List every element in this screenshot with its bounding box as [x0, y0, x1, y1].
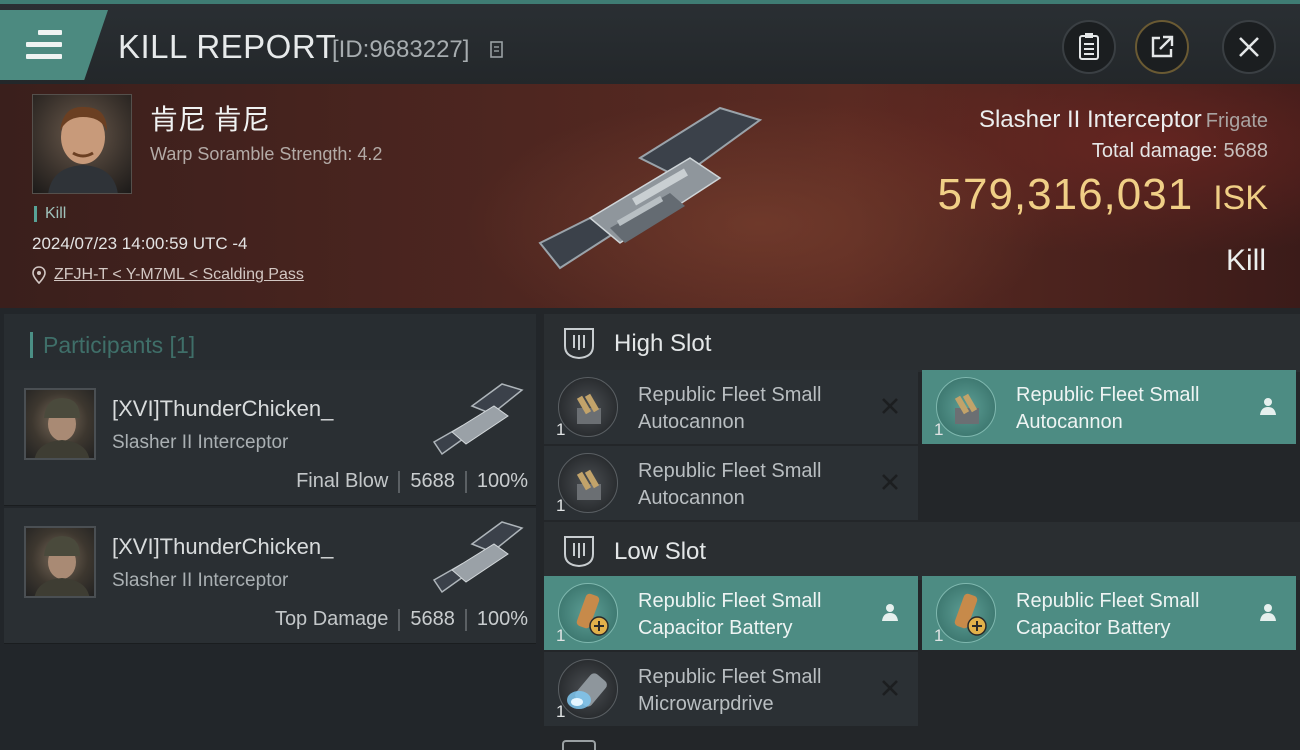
module-item[interactable]: 1 Republic Fleet Small Capacitor Battery — [922, 576, 1296, 650]
participant-damage: 5688 — [410, 470, 455, 492]
high-slot-label: High Slot — [614, 330, 712, 357]
divider — [464, 608, 467, 631]
location-link[interactable]: ZFJH-T < Y-M7ML < Scalding Pass — [54, 266, 304, 284]
isk-value: 579,316,031 — [937, 170, 1194, 219]
page-title: KILL REPORT — [118, 28, 337, 65]
participants-header: Participants [1] — [4, 314, 536, 372]
participant-ship-image — [432, 521, 524, 594]
close-button[interactable] — [1222, 20, 1276, 74]
capacitor-battery-icon — [936, 583, 996, 643]
victim-ship-name: Slasher II Interceptor Frigate — [979, 106, 1268, 134]
ship-type: Slasher II Interceptor — [978, 106, 1202, 133]
module-name: Republic Fleet Small Capacitor Battery — [638, 590, 822, 639]
ship-class: Frigate — [1205, 110, 1268, 132]
destroyed-icon — [882, 398, 898, 414]
module-item[interactable]: 1 Republic Fleet Small Capacitor Battery — [544, 576, 918, 650]
participant-stat-label: Top Damage — [274, 608, 389, 630]
module-name: Republic Fleet Small Autocannon — [1016, 384, 1200, 433]
module-quantity: 1 — [556, 626, 566, 645]
participants-panel: Participants [1] [XVI]ThunderChicken_ Sl… — [0, 308, 540, 750]
person-icon — [1260, 604, 1276, 621]
low-slot-header: Low Slot — [544, 522, 1300, 580]
autocannon-icon — [558, 377, 618, 437]
participant-name: [XVI]ThunderChicken_ — [112, 396, 334, 421]
module-quantity: 1 — [934, 626, 944, 645]
share-button[interactable] — [1135, 20, 1189, 74]
participant-ship: Slasher II Interceptor — [112, 570, 289, 591]
module-quantity: 1 — [556, 420, 566, 439]
microwarpdrive-icon — [558, 659, 618, 719]
module-item[interactable]: 1 Republic Fleet Small Autocannon — [922, 370, 1296, 444]
module-name: Republic Fleet Small Autocannon — [638, 460, 822, 509]
person-icon — [1260, 398, 1276, 415]
menu-icon — [26, 30, 62, 60]
autocannon-icon — [936, 377, 996, 437]
clipboard-icon — [1079, 33, 1099, 60]
module-name: Republic Fleet Small Microwarpdrive — [638, 666, 822, 715]
destroyed-icon — [882, 474, 898, 490]
participant-damage: 5688 — [410, 608, 455, 630]
victim-name: 肯尼 肯尼 — [150, 104, 270, 135]
module-name: Republic Fleet Small Autocannon — [638, 384, 822, 433]
module-item[interactable]: 1 Republic Fleet Small Autocannon — [544, 370, 918, 444]
destroyed-icon — [882, 680, 898, 696]
low-slot-icon — [564, 536, 594, 568]
participant-ship-image — [432, 383, 524, 456]
copy-icon[interactable] — [488, 40, 504, 60]
kill-tag: Kill — [34, 206, 66, 222]
location-pin-icon — [32, 266, 46, 284]
next-slot-icon — [562, 740, 596, 750]
participant-stats: Top Damage 5688 100% — [275, 608, 528, 631]
person-icon — [882, 604, 898, 621]
divider — [398, 608, 401, 631]
divider — [464, 470, 467, 493]
result-label: Kill — [1225, 244, 1266, 277]
kill-location[interactable]: ZFJH-T < Y-M7ML < Scalding Pass — [32, 266, 304, 284]
menu-button[interactable] — [0, 10, 108, 80]
participant-ship: Slasher II Interceptor — [112, 432, 289, 453]
participant-row[interactable]: [XVI]ThunderChicken_ Slasher II Intercep… — [4, 370, 536, 506]
module-item[interactable]: 1 Republic Fleet Small Autocannon — [544, 446, 918, 520]
header-bar: KILL REPORT [ID:9683227] — [0, 0, 1300, 84]
capacitor-battery-icon — [558, 583, 618, 643]
isk-value-row: 579,316,031 ISK — [938, 170, 1269, 220]
participant-row[interactable]: [XVI]ThunderChicken_ Slasher II Intercep… — [4, 508, 536, 644]
participant-percent: 100% — [476, 470, 528, 492]
fitting-panel: High Slot 1 Republic Fleet Small Autocan… — [540, 308, 1300, 750]
report-id: [ID:9683227] — [332, 36, 470, 63]
participant-name: [XVI]ThunderChicken_ — [112, 534, 334, 559]
total-damage-value: 5688 — [1223, 140, 1269, 162]
participant-stat-label: Final Blow — [296, 470, 389, 492]
low-slot-label: Low Slot — [614, 538, 707, 565]
kill-timestamp: 2024/07/23 14:00:59 UTC -4 — [32, 234, 248, 253]
victim-ship-image — [538, 106, 763, 270]
victim-portrait[interactable] — [32, 94, 132, 194]
module-item[interactable]: 1 Republic Fleet Small Microwarpdrive — [544, 652, 918, 726]
total-damage: Total damage: 5688 — [1092, 140, 1268, 163]
autocannon-icon — [558, 453, 618, 513]
high-slot-header: High Slot — [544, 314, 1300, 372]
module-name: Republic Fleet Small Capacitor Battery — [1016, 590, 1200, 639]
participant-stats: Final Blow 5688 100% — [296, 470, 528, 493]
isk-unit: ISK — [1213, 179, 1268, 217]
victim-banner: 肯尼 肯尼 Warp Soramble Strength: 4.2 Kill 2… — [0, 84, 1300, 308]
module-quantity: 1 — [934, 420, 944, 439]
warp-strength: Warp Soramble Strength: 4.2 — [150, 144, 383, 164]
module-quantity: 1 — [556, 702, 566, 721]
total-damage-label: Total damage: — [1091, 140, 1218, 162]
divider — [398, 470, 401, 493]
high-slot-icon — [564, 328, 594, 360]
share-icon — [1151, 35, 1174, 58]
close-icon — [1239, 37, 1259, 57]
participants-title: Participants [1] — [30, 332, 195, 358]
participant-percent: 100% — [476, 608, 528, 630]
module-quantity: 1 — [556, 496, 566, 515]
avatar — [24, 388, 96, 460]
avatar — [24, 526, 96, 598]
clipboard-button[interactable] — [1062, 20, 1116, 74]
